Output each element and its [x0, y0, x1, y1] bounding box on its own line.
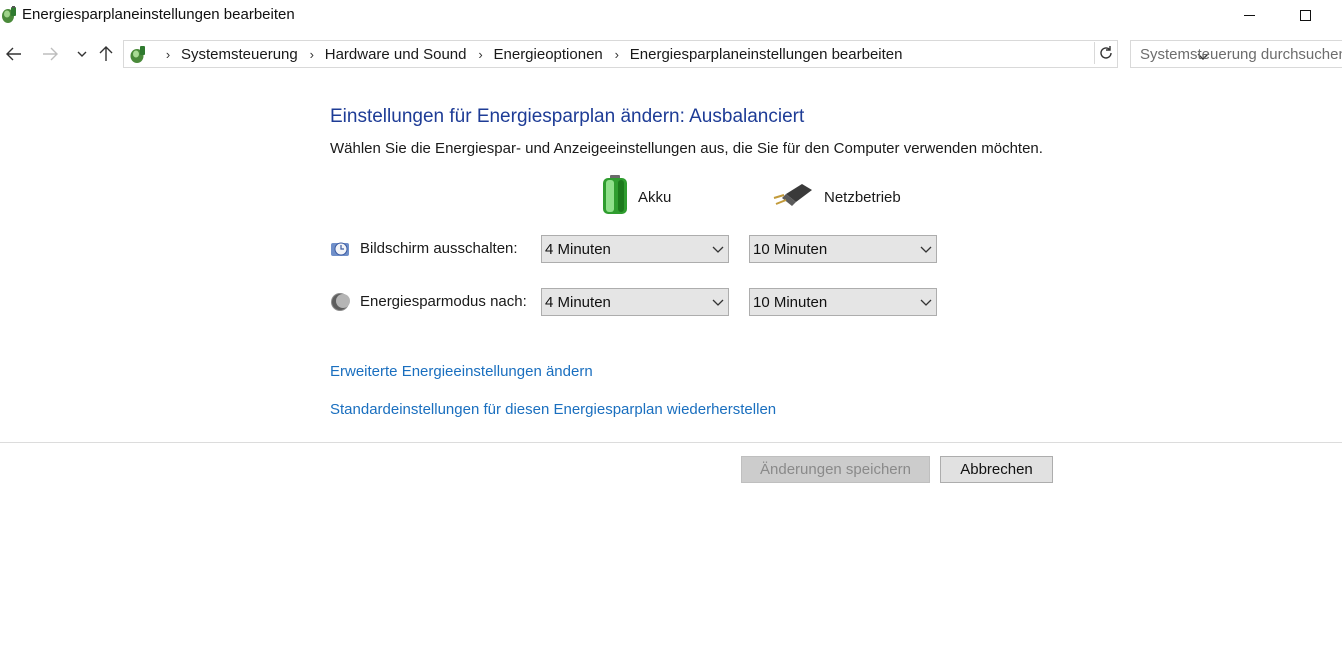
dropdown-value: 4 Minuten: [545, 241, 611, 258]
dropdown-value: 10 Minuten: [753, 294, 828, 311]
minimize-icon: [1243, 14, 1255, 16]
recent-locations-button[interactable]: [70, 42, 94, 66]
chevron-down-icon: [712, 299, 724, 306]
chevron-down-icon: [712, 246, 724, 253]
breadcrumb-item-systemsteuerung[interactable]: Systemsteuerung: [181, 46, 298, 63]
divider: [0, 442, 1342, 443]
window-title: Energiesparplaneinstellungen bearbeiten: [22, 6, 295, 23]
page-title: Einstellungen für Energiesparplan ändern…: [330, 106, 805, 127]
arrow-left-icon: [6, 47, 21, 61]
breadcrumb-item-current[interactable]: Energiesparplaneinstellungen bearbeiten: [630, 46, 903, 63]
battery-icon: [600, 175, 630, 219]
chevron-right-icon[interactable]: ›: [475, 47, 487, 62]
column-header-plugged-in: Netzbetrieb: [772, 176, 901, 218]
chevron-down-icon: [920, 246, 932, 253]
breadcrumb-item-hardware-und-sound[interactable]: Hardware und Sound: [325, 46, 467, 63]
back-button[interactable]: [2, 42, 26, 66]
dropdown-value: 4 Minuten: [545, 294, 611, 311]
control-panel-icon: [128, 44, 148, 64]
display-clock-icon: [330, 239, 350, 259]
refresh-icon: [1099, 46, 1112, 59]
breadcrumb-item-energieoptionen[interactable]: Energieoptionen: [494, 46, 603, 63]
moon-icon: [330, 292, 350, 312]
display-off-plugged-in-dropdown[interactable]: 10 Minuten: [749, 235, 937, 263]
setting-row-display-off: Bildschirm ausschalten: 4 Minuten 10 Min…: [330, 235, 950, 263]
page-description: Wählen Sie die Energiespar- und Anzeigee…: [330, 140, 1043, 157]
power-plug-icon: [772, 180, 816, 214]
up-button[interactable]: [94, 42, 118, 66]
arrow-up-icon: [99, 46, 113, 61]
chevron-down-icon: [77, 51, 87, 57]
chevron-right-icon[interactable]: ›: [611, 47, 623, 62]
arrow-right-icon: [43, 47, 58, 61]
maximize-button[interactable]: [1282, 0, 1328, 30]
chevron-right-icon: ›: [165, 47, 171, 62]
column-label-battery: Akku: [638, 188, 672, 206]
setting-label-sleep: Energiesparmodus nach:: [360, 293, 527, 310]
setting-label-display-off: Bildschirm ausschalten:: [360, 240, 518, 257]
advanced-settings-link[interactable]: Erweiterte Energieeinstellungen ändern: [330, 363, 593, 380]
minimize-button[interactable]: [1226, 0, 1272, 30]
save-changes-button[interactable]: Änderungen speichern: [741, 456, 930, 483]
sleep-battery-dropdown[interactable]: 4 Minuten: [541, 288, 729, 316]
refresh-button[interactable]: [1094, 42, 1116, 64]
power-options-icon: [0, 5, 18, 25]
search-box[interactable]: [1130, 40, 1342, 68]
chevron-down-icon: [920, 299, 932, 306]
chevron-right-icon[interactable]: ›: [306, 47, 318, 62]
address-bar[interactable]: › Systemsteuerung › Hardware und Sound ›…: [123, 40, 1209, 68]
forward-button[interactable]: [38, 42, 62, 66]
title-bar: Energiesparplaneinstellungen bearbeiten: [0, 0, 1342, 32]
breadcrumb: › Systemsteuerung › Hardware und Sound ›…: [154, 46, 903, 63]
maximize-icon: [1299, 9, 1311, 21]
navigation-bar: › Systemsteuerung › Hardware und Sound ›…: [0, 38, 1342, 70]
search-input[interactable]: [1131, 41, 1342, 67]
dropdown-value: 10 Minuten: [753, 241, 828, 258]
display-off-battery-dropdown[interactable]: 4 Minuten: [541, 235, 729, 263]
cancel-button[interactable]: Abbrechen: [940, 456, 1053, 483]
column-label-plugged-in: Netzbetrieb: [824, 188, 901, 206]
restore-defaults-link[interactable]: Standardeinstellungen für diesen Energie…: [330, 401, 776, 418]
sleep-plugged-in-dropdown[interactable]: 10 Minuten: [749, 288, 937, 316]
column-header-battery: Akku: [600, 175, 672, 219]
setting-row-sleep: Energiesparmodus nach: 4 Minuten 10 Minu…: [330, 288, 950, 316]
